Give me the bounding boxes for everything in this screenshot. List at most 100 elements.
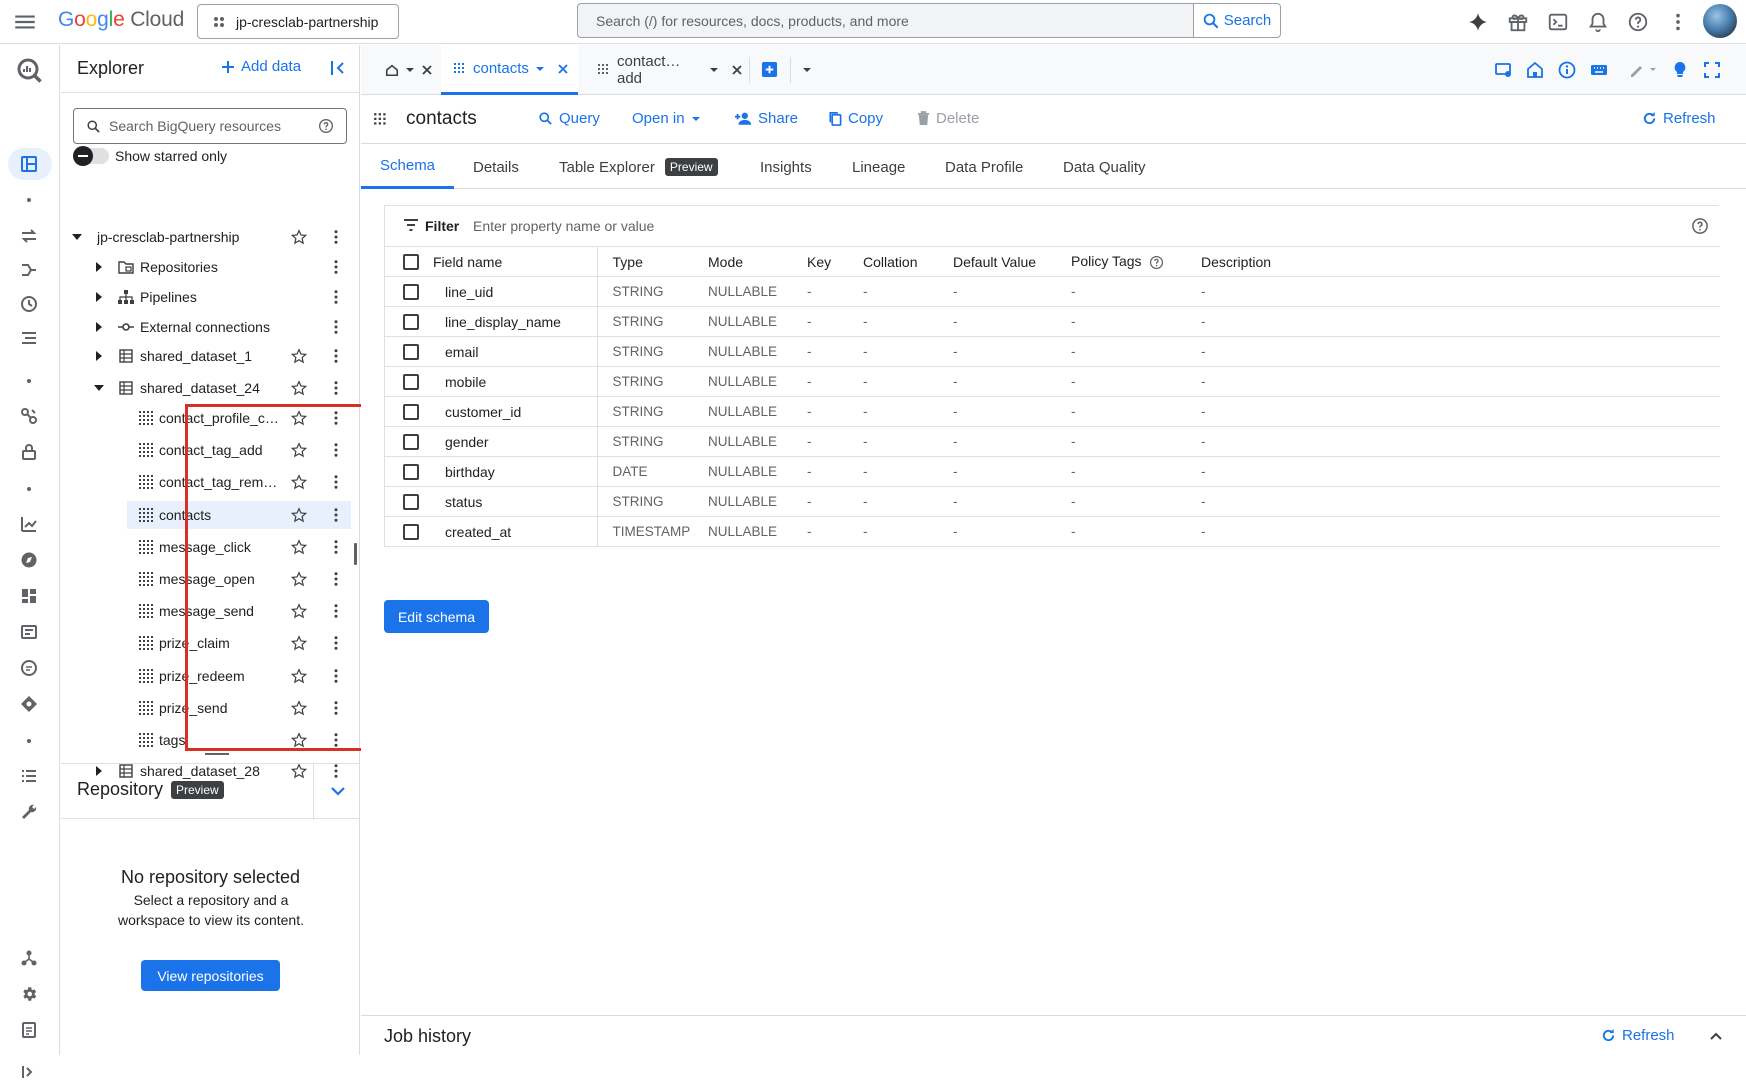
column-header-description[interactable]: Description [1201,246,1720,277]
collapse-panel-icon[interactable] [329,59,347,77]
caret-right-icon[interactable] [93,261,105,273]
explore-icon[interactable] [18,549,40,571]
tab-lineage[interactable]: Lineage [852,145,905,189]
search-button[interactable]: Search [1193,3,1281,38]
row-checkbox[interactable] [403,343,419,360]
table-row[interactable]: mobile STRING NULLABLE - - - - - [385,366,1720,397]
edit-schema-button[interactable]: Edit schema [384,600,489,633]
row-checkbox[interactable] [403,493,419,510]
chevron-down-icon[interactable] [802,65,812,75]
column-header-default-value[interactable]: Default Value [953,246,1071,277]
global-search-input[interactable]: Search (/) for resources, docs, products… [577,3,1194,38]
workflows-icon[interactable] [18,327,40,349]
table-row[interactable]: line_display_name STRING NULLABLE - - - - - [385,306,1720,337]
show-starred-toggle[interactable]: Show starred only [73,146,227,166]
close-icon[interactable] [731,64,743,76]
select-all-checkbox[interactable] [403,253,419,270]
dataplex-icon[interactable] [18,693,40,715]
chevron-up-icon[interactable] [1708,1028,1724,1044]
expand-rail-icon[interactable] [18,1061,40,1083]
lightbulb-icon[interactable] [1671,61,1689,79]
caret-right-icon[interactable] [93,291,105,303]
row-checkbox[interactable] [403,373,419,390]
catalog-icon[interactable] [18,621,40,643]
more-vert-icon[interactable] [327,258,345,276]
tree-item-shared-dataset-1[interactable]: shared_dataset_1 [61,342,351,370]
toggle-switch[interactable] [73,146,109,166]
table-row[interactable]: created_at TIMESTAMP NULLABLE - - - - - [385,516,1720,547]
row-checkbox[interactable] [403,433,419,450]
monitoring-icon[interactable] [18,513,40,535]
filter-input[interactable]: Enter property name or value [473,218,654,234]
caret-right-icon[interactable] [93,321,105,333]
table-row[interactable]: status STRING NULLABLE - - - - - [385,486,1720,517]
bigquery-logo-icon[interactable] [16,57,44,85]
info-icon[interactable] [1558,61,1576,79]
close-icon[interactable] [421,64,433,76]
release-notes-icon[interactable] [18,1019,40,1041]
column-header-key[interactable]: Key [807,246,863,277]
chevron-down-icon[interactable] [405,65,415,75]
settings-icon[interactable] [18,983,40,1005]
home-outline-icon[interactable] [1526,61,1544,79]
compute-icon[interactable] [1494,61,1512,79]
main-scrollbar[interactable] [1738,95,1746,1015]
chevron-down-icon[interactable] [329,782,347,800]
row-checkbox[interactable] [403,523,419,540]
notifications-icon[interactable] [1585,9,1611,35]
help-icon[interactable] [1691,217,1709,235]
table-row[interactable]: gender STRING NULLABLE - - - - - [385,426,1720,457]
share-button[interactable]: Share [734,110,798,127]
refresh-button[interactable]: Refresh [1642,110,1716,127]
keyboard-icon[interactable] [1590,61,1608,79]
more-vert-icon[interactable] [327,288,345,306]
tab-insights[interactable]: Insights [760,145,812,189]
list-icon[interactable] [18,765,40,787]
caret-down-icon[interactable] [93,382,105,394]
tab-data-quality[interactable]: Data Quality [1063,145,1146,189]
dashboard-icon[interactable] [18,585,40,607]
policy-tags-icon[interactable] [18,441,40,463]
gift-icon[interactable] [1505,9,1531,35]
tree-item-pipelines[interactable]: Pipelines [61,283,351,311]
table-row[interactable]: customer_id STRING NULLABLE - - - - - [385,396,1720,427]
tree-item-project[interactable]: jp-cresclab-partnership [61,223,351,251]
filter-bar[interactable]: Filter Enter property name or value [385,206,1719,246]
add-data-button[interactable]: Add data [221,58,301,75]
cloud-shell-icon[interactable] [1545,9,1571,35]
tab-home[interactable] [371,45,447,95]
column-header-collation[interactable]: Collation [863,246,953,277]
project-picker[interactable]: jp-cresclab-partnership [197,4,399,39]
star-icon[interactable] [291,348,307,364]
column-header-field-name[interactable]: Field name [433,246,598,277]
help-icon[interactable] [1149,255,1164,270]
edit-pencil-icon[interactable] [1628,61,1658,79]
tab-schema[interactable]: Schema [361,145,455,189]
column-header-mode[interactable]: Mode [708,246,807,277]
row-checkbox[interactable] [403,313,419,330]
tree-item-external-connections[interactable]: External connections [61,313,351,341]
explorer-resize-handle[interactable] [354,543,357,565]
chevron-down-icon[interactable] [709,65,719,75]
main-menu-icon[interactable] [12,9,38,35]
view-repositories-button[interactable]: View repositories [141,960,280,991]
tree-item-shared-dataset-24[interactable]: shared_dataset_24 [61,374,351,402]
help-icon[interactable] [1625,9,1651,35]
dataflow-icon[interactable] [18,259,40,281]
more-vert-icon[interactable] [327,228,345,246]
tree-scrollbar[interactable] [352,193,360,693]
more-vert-icon[interactable] [1665,9,1691,35]
delete-button[interactable]: Delete [917,110,979,127]
tab-contacts[interactable]: contacts [441,45,578,95]
more-vert-icon[interactable] [327,347,345,365]
more-vert-icon[interactable] [327,318,345,336]
open-in-button[interactable]: Open in [632,110,701,127]
close-icon[interactable] [557,63,569,75]
partner-center-icon[interactable] [18,947,40,969]
tab-table-explorer[interactable]: Table Explorer Preview [559,145,718,189]
resource-search-input[interactable]: Search BigQuery resources [73,108,347,144]
new-query-icon[interactable] [761,61,778,78]
scheduled-queries-icon[interactable] [18,293,40,315]
table-row[interactable]: email STRING NULLABLE - - - - - [385,336,1720,367]
caret-right-icon[interactable] [93,350,105,362]
